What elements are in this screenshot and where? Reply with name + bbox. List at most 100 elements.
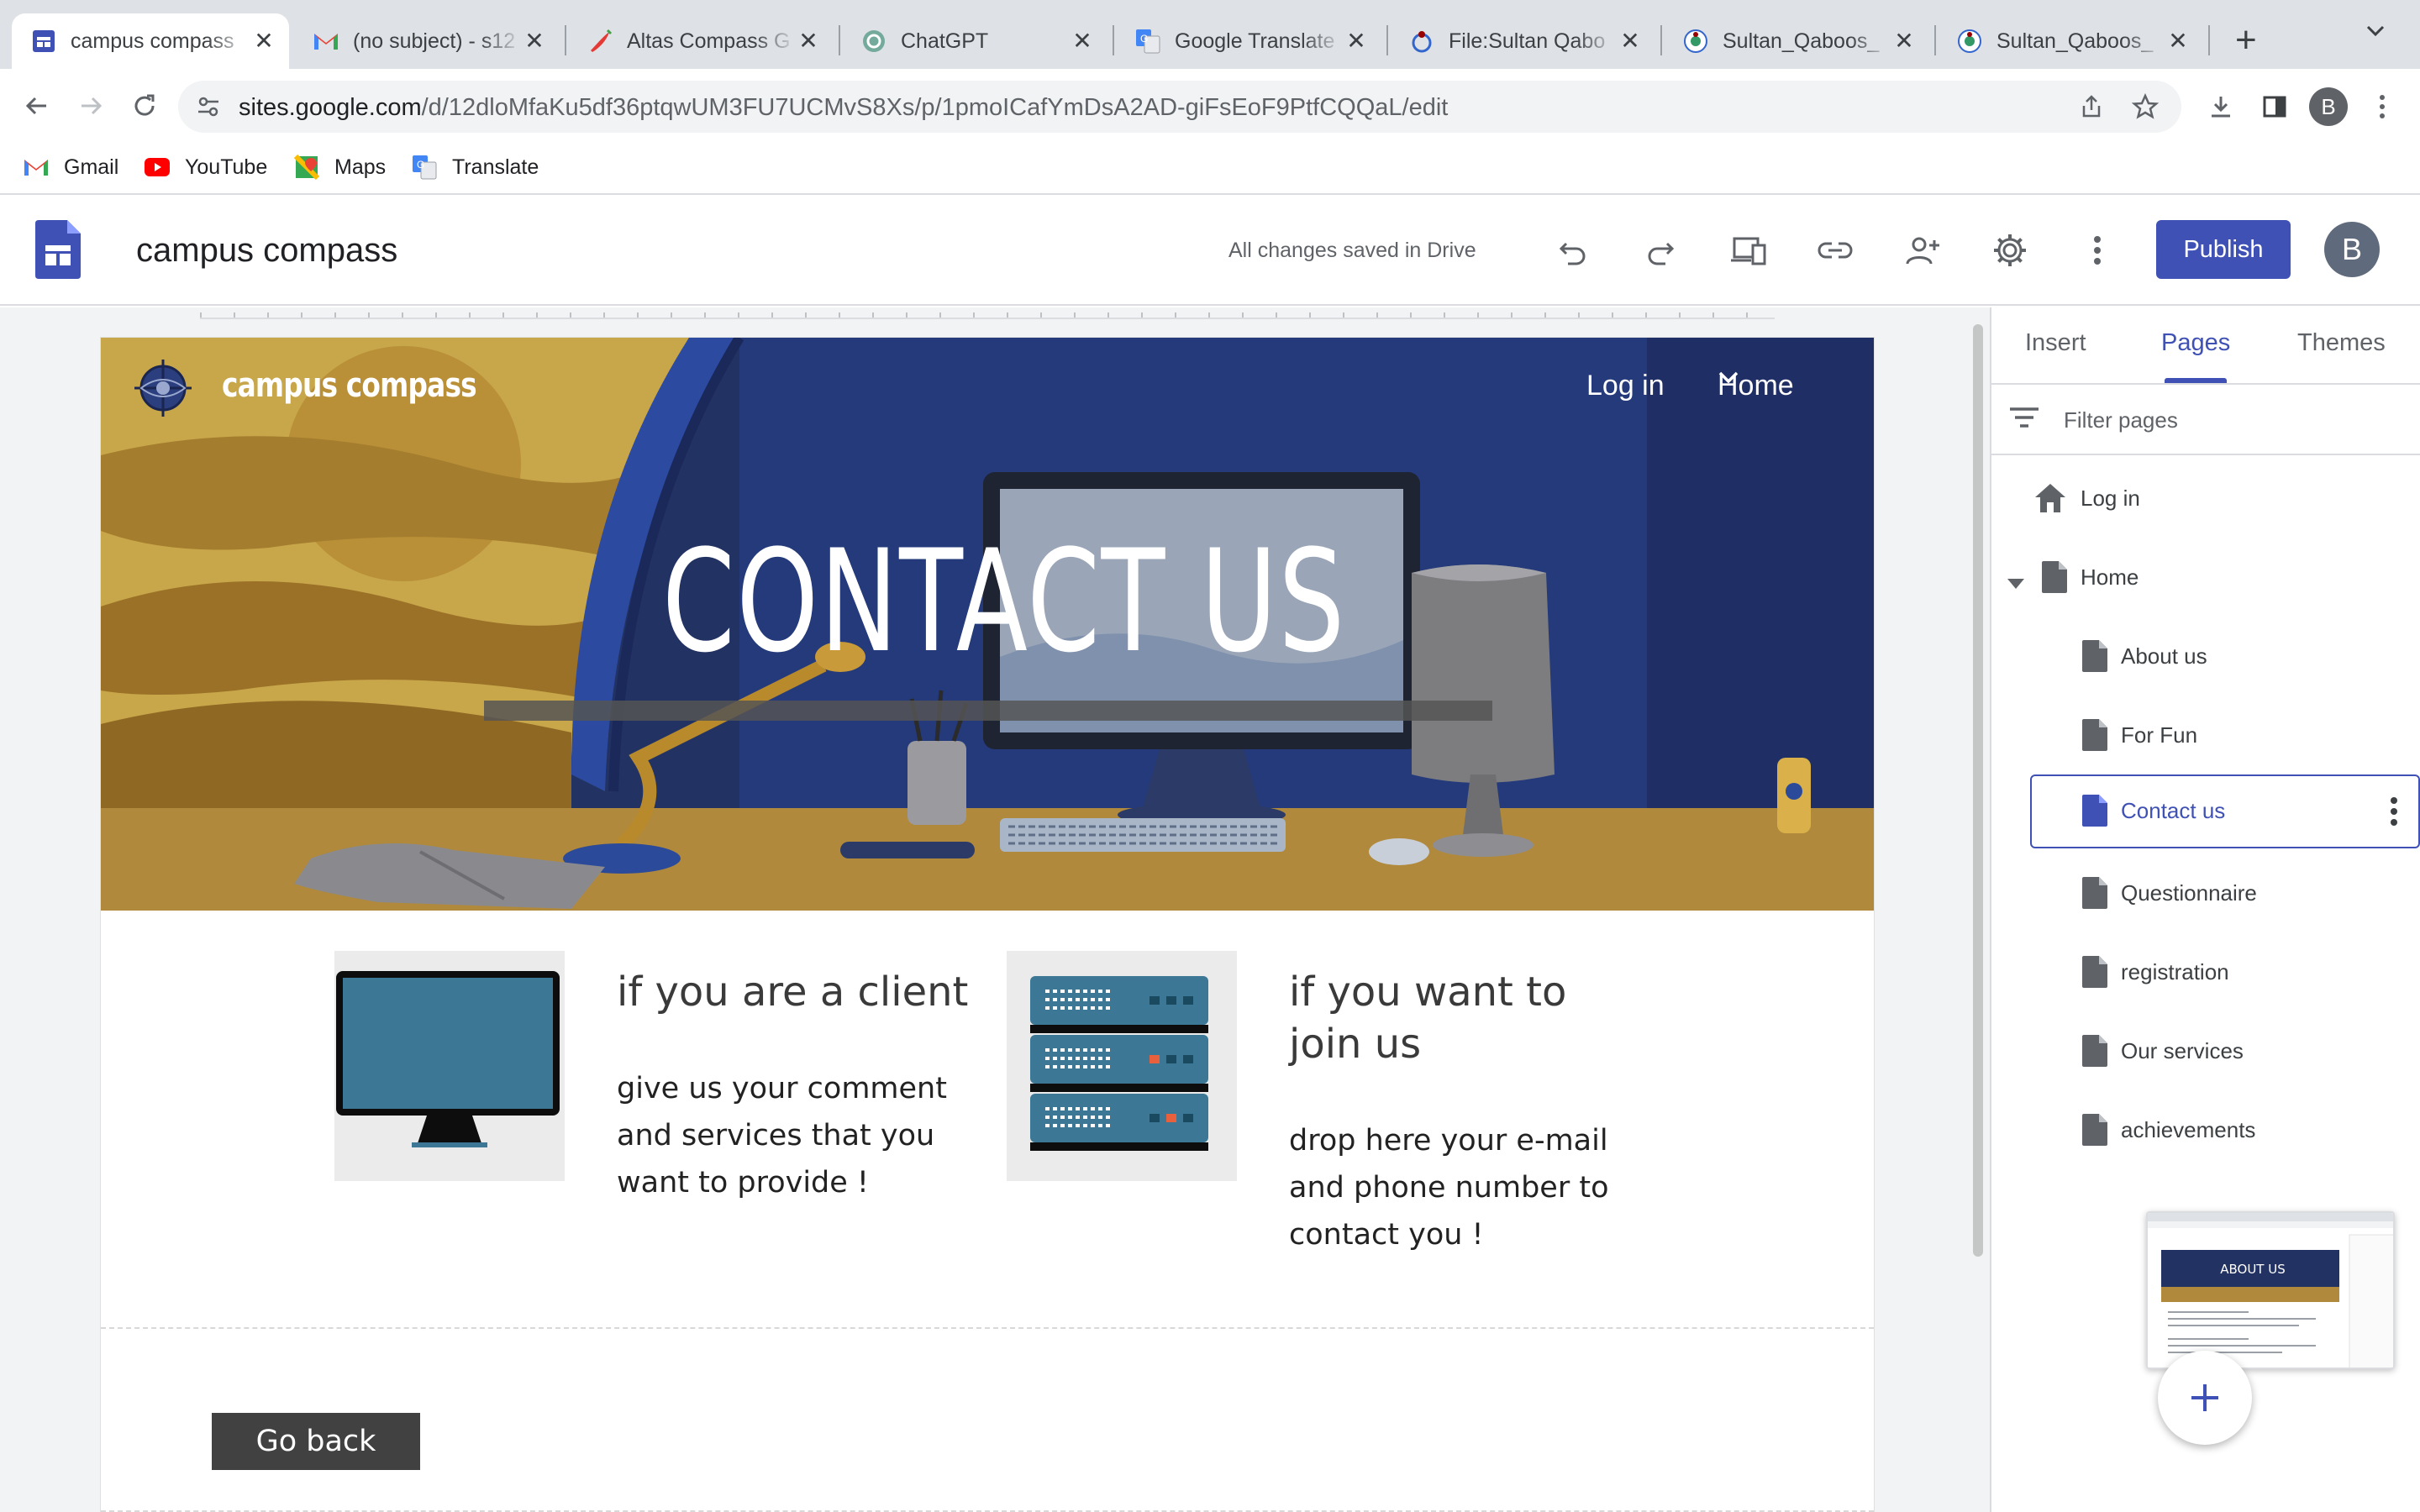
monitor-icon[interactable] [334, 951, 565, 1181]
page-item-contact-us[interactable]: Contact us [2030, 774, 2420, 848]
bookmark-translate[interactable]: G Translate [412, 155, 539, 180]
page-item-label: achievements [2121, 1117, 2256, 1142]
page-item-log-in[interactable]: Log in [1991, 462, 2420, 536]
tab-title: Google Translate [1175, 29, 1335, 53]
browser-tab-wikimedia-file[interactable]: File:Sultan Qabo ✕ [1390, 13, 1655, 69]
browser-tab-chatgpt[interactable]: ChatGPT ✕ [842, 13, 1107, 69]
page-item-home[interactable]: Home [1991, 541, 2420, 615]
browser-tab-campus-compass[interactable]: campus compass ✕ [12, 13, 289, 69]
banner[interactable]: campus compass Log in Home CONTACT US [101, 338, 1874, 911]
gmail-icon [313, 28, 339, 55]
more-options-icon[interactable] [2074, 227, 2121, 274]
close-tab-icon[interactable]: ✕ [1618, 29, 1642, 53]
site-brand-name[interactable]: campus compass [222, 366, 477, 405]
svg-text:G: G [417, 159, 424, 171]
add-page-button[interactable] [2158, 1351, 2252, 1445]
close-tab-icon[interactable]: ✕ [1071, 29, 1094, 53]
page-item-our-services[interactable]: Our services [1991, 1015, 2420, 1089]
browser-profile-avatar[interactable]: B [2309, 87, 2348, 126]
site-page: campus compass Log in Home CONTACT US if… [101, 338, 1874, 1512]
close-tab-icon[interactable]: ✕ [523, 29, 546, 53]
card-heading[interactable]: if you are a client [617, 966, 970, 1018]
sites-editor-header: campus compass All changes saved in Driv… [0, 195, 2420, 306]
back-arrow-icon [25, 97, 46, 115]
bookmark-star-icon[interactable] [2126, 87, 2165, 126]
preview-title: ABOUT US [2220, 1262, 2286, 1277]
side-panel-icon[interactable] [2255, 87, 2294, 126]
back-button[interactable] [15, 84, 59, 128]
address-bar[interactable]: sites.google.com/d/12dloMfaKu5df36ptqwUM… [178, 81, 2181, 133]
wikipedia-icon [1956, 28, 1983, 55]
canvas-scrollbar[interactable] [1973, 324, 1983, 1257]
plus-icon [2191, 1384, 2218, 1411]
close-tab-icon[interactable]: ✕ [252, 29, 276, 53]
forward-arrow-icon [82, 97, 103, 115]
undo-icon[interactable] [1549, 227, 1597, 274]
page-item-label: Our services [2121, 1038, 2244, 1063]
browser-tab-translate[interactable]: G Google Translate ✕ [1116, 13, 1381, 69]
reload-icon [134, 94, 155, 116]
download-icon[interactable] [2202, 87, 2240, 126]
editor-canvas: campus compass Log in Home CONTACT US if… [0, 307, 1990, 1512]
share-with-others-icon[interactable] [1899, 227, 1946, 274]
site-nav-home[interactable]: Home [1718, 370, 1812, 402]
browser-tab-altas[interactable]: Altas Compass G ✕ [568, 13, 834, 69]
settings-gear-icon[interactable] [1986, 227, 2033, 274]
card-body[interactable]: give us your comment and services that y… [617, 1065, 953, 1206]
page-icon [2082, 719, 2107, 757]
chrome-menu-icon[interactable] [2363, 87, 2402, 126]
browser-tab-wikipedia-2[interactable]: Sultan_Qaboos_ ✕ [1938, 13, 2203, 69]
share-icon[interactable] [2072, 87, 2111, 126]
page-item-label: Questionnaire [2121, 880, 2257, 906]
tab-separator [1934, 25, 1936, 55]
tab-title: Sultan_Qaboos_ [1996, 29, 2154, 53]
tab-themes[interactable]: Themes [2297, 329, 2386, 357]
user-avatar[interactable]: B [2324, 222, 2380, 277]
page-item-registration[interactable]: registration [1991, 936, 2420, 1010]
card-heading[interactable]: if you want to join us [1289, 966, 1650, 1070]
card-body[interactable]: drop here your e-mail and phone number t… [1289, 1117, 1625, 1258]
page-item-label: Home [2081, 564, 2139, 590]
preview-devices-icon[interactable] [1724, 227, 1771, 274]
tab-search-chevron-icon[interactable] [2363, 18, 2388, 51]
tab-insert[interactable]: Insert [2025, 329, 2086, 357]
bookmark-gmail[interactable]: Gmail [24, 155, 118, 180]
google-sites-logo-icon[interactable] [35, 220, 81, 283]
banner-title[interactable]: CONTACT US [662, 531, 1346, 672]
filter-pages-placeholder: Filter pages [2064, 407, 2178, 433]
publish-button[interactable]: Publish [2156, 220, 2291, 279]
tab-pages[interactable]: Pages [2161, 329, 2230, 357]
close-tab-icon[interactable]: ✕ [2166, 29, 2190, 53]
caret-down-icon[interactable] [2007, 570, 2025, 596]
bookmark-youtube[interactable]: YouTube [145, 155, 267, 180]
browser-tab-wikipedia-1[interactable]: Sultan_Qaboos_ ✕ [1664, 13, 1929, 69]
close-tab-icon[interactable]: ✕ [1344, 29, 1368, 53]
forward-button[interactable] [69, 84, 113, 128]
browser-toolbar: sites.google.com/d/12dloMfaKu5df36ptqwUM… [0, 69, 2420, 143]
bookmark-maps[interactable]: Maps [294, 155, 386, 180]
page-item-for-fun[interactable]: For Fun [1991, 699, 2420, 773]
server-rack-icon[interactable] [1007, 951, 1237, 1181]
site-nav-login[interactable]: Log in [1586, 370, 1665, 402]
site-info-icon[interactable] [195, 93, 222, 124]
filter-pages[interactable]: Filter pages [2008, 405, 2178, 436]
tab-title: campus compass [71, 29, 234, 53]
new-tab-button[interactable]: + [2235, 22, 2257, 59]
tab-separator [565, 25, 566, 55]
screenshot-preview-thumbnail[interactable]: ABOUT US [2146, 1211, 2395, 1369]
close-tab-icon[interactable]: ✕ [797, 29, 820, 53]
bookmark-label: Maps [334, 155, 387, 179]
browser-tab-gmail[interactable]: (no subject) - s12 ✕ [294, 13, 560, 69]
go-back-button[interactable]: Go back [212, 1413, 420, 1470]
page-item-achievements[interactable]: achievements [1991, 1094, 2420, 1168]
reload-button[interactable] [123, 84, 166, 128]
copy-link-icon[interactable] [1812, 227, 1859, 274]
close-tab-icon[interactable]: ✕ [1892, 29, 1916, 53]
url-text: sites.google.com/d/12dloMfaKu5df36ptqwUM… [239, 94, 1448, 122]
page-item-questionnaire[interactable]: Questionnaire [1991, 857, 2420, 931]
page-item-about-us[interactable]: About us [1991, 620, 2420, 694]
redo-icon[interactable] [1637, 227, 1684, 274]
site-name[interactable]: campus compass [136, 232, 397, 270]
page-icon [2082, 1035, 2107, 1073]
page-options-icon[interactable] [2390, 796, 2398, 832]
